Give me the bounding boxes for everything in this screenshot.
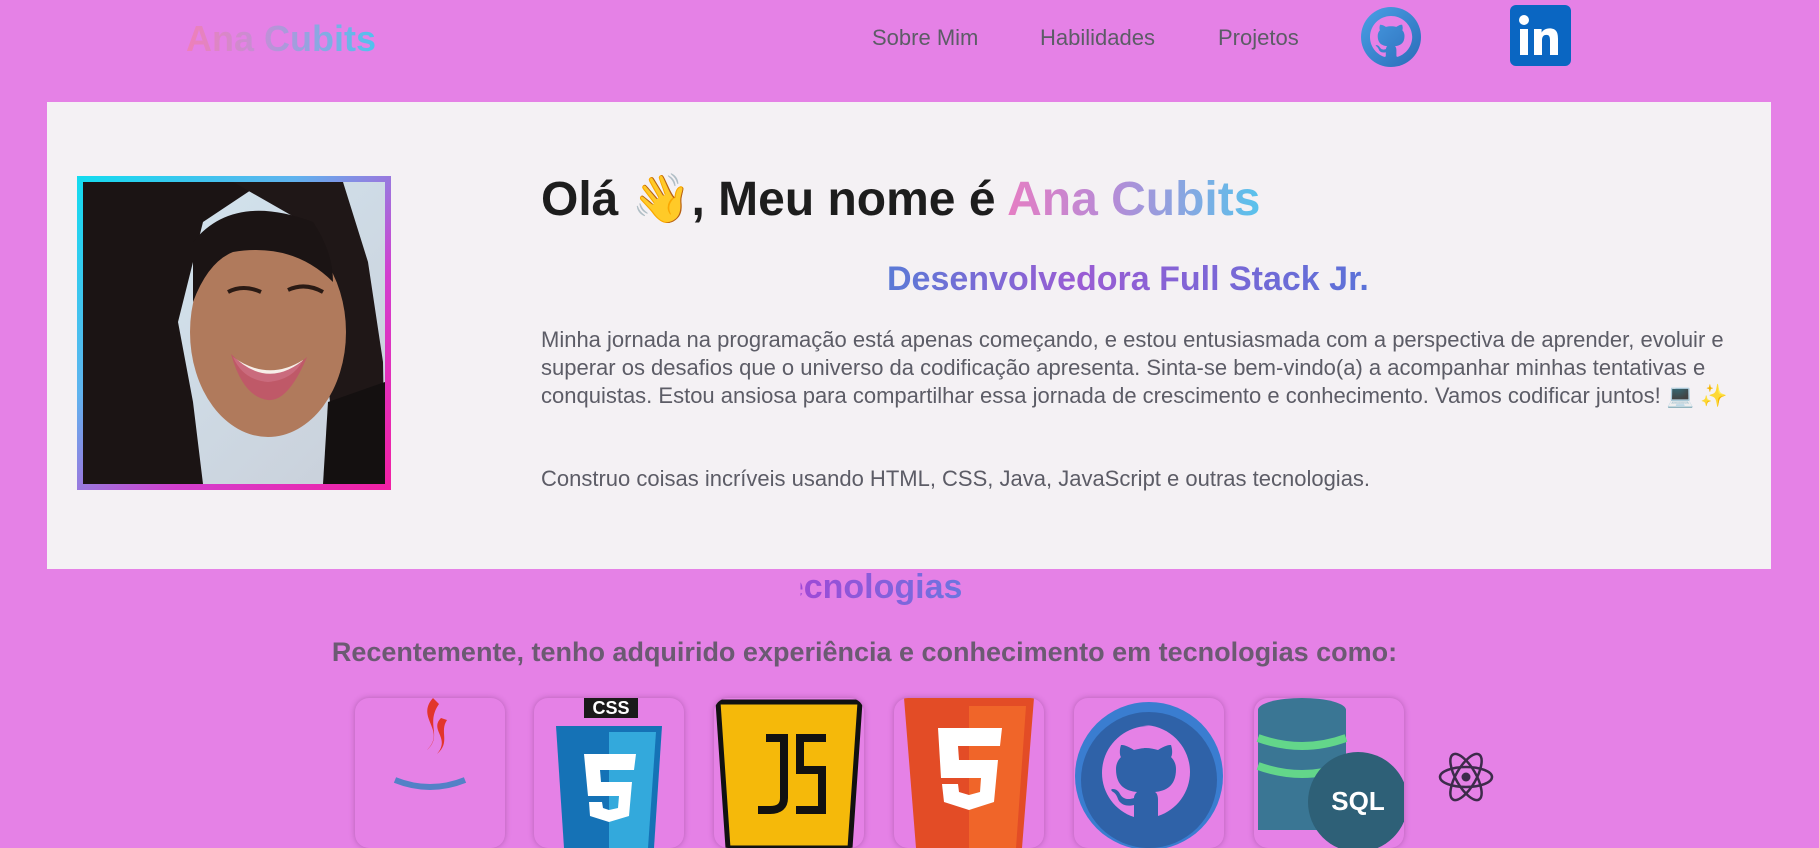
nav-link-projetos[interactable]: Projetos <box>1218 25 1299 51</box>
about-section: Olá 👋, Meu nome é Ana Cubits Desenvolved… <box>47 102 1771 569</box>
nav-link-habilidades[interactable]: Habilidades <box>1040 25 1155 51</box>
greeting-prefix: Olá <box>541 173 632 226</box>
greeting-name: Ana Cubits <box>1007 173 1261 226</box>
css3-icon-label: CSS <box>592 698 629 718</box>
github-link[interactable] <box>1360 6 1422 68</box>
javascript-icon <box>715 699 863 848</box>
tech-card-css3[interactable]: CSS <box>534 698 684 848</box>
tech-card-java[interactable] <box>355 698 505 848</box>
hero-subtitle: Desenvolvedora Full Stack Jr. <box>887 260 1369 298</box>
tech-section-title: Tecnologias <box>0 568 1819 607</box>
github-icon <box>1075 702 1223 848</box>
profile-photo-frame <box>77 176 391 490</box>
nav-link-sobre-mim[interactable]: Sobre Mim <box>872 25 978 51</box>
linkedin-link[interactable] <box>1510 5 1571 66</box>
hero-tech-summary: Construo coisas incríveis usando HTML, C… <box>541 466 1371 491</box>
css3-icon: CSS <box>556 698 662 848</box>
tech-card-github[interactable] <box>1074 698 1224 848</box>
hero-greeting: Olá 👋, Meu nome é Ana Cubits <box>541 170 1260 227</box>
tech-section-subtitle: Recentemente, tenho adquirido experiênci… <box>331 637 1398 667</box>
profile-photo <box>83 182 385 484</box>
java-icon <box>393 698 467 790</box>
sql-icon-label: SQL <box>1331 786 1385 816</box>
profile-photo-illustration <box>83 182 385 484</box>
greeting-middle: , Meu nome é <box>691 173 1008 226</box>
site-header: Ana Cubits Sobre Mim Habilidades Projeto… <box>0 0 1819 76</box>
tech-card-html5[interactable] <box>894 698 1044 848</box>
site-logo[interactable]: Ana Cubits <box>186 18 376 60</box>
html5-icon <box>904 698 1034 848</box>
linkedin-icon <box>1519 15 1558 55</box>
tech-card-sql[interactable]: SQL <box>1254 698 1404 848</box>
hero-bio: Minha jornada na programação está apenas… <box>541 327 1728 408</box>
sql-database-icon: SQL <box>1256 698 1404 848</box>
tech-card-javascript[interactable] <box>714 698 864 848</box>
react-icon[interactable] <box>1437 748 1495 806</box>
github-icon <box>1361 7 1421 67</box>
wave-emoji: 👋 <box>631 173 692 226</box>
